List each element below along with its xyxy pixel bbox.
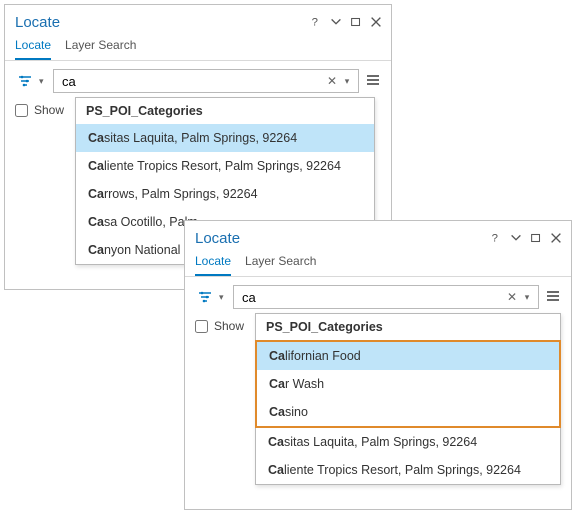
search-box: ✕ ▾ (233, 285, 539, 309)
suggestion-item[interactable]: Caliente Tropics Resort, Palm Springs, 9… (76, 152, 374, 180)
suggestion-item[interactable]: Car Wash (257, 370, 559, 398)
svg-text:?: ? (312, 17, 318, 29)
titlebar: Locate ? (185, 221, 571, 251)
suggestion-match: Ca (88, 243, 104, 257)
filter-icon[interactable] (15, 72, 35, 90)
suggestion-item[interactable]: Carrows, Palm Springs, 92264 (76, 180, 374, 208)
filter-dropdown-caret[interactable]: ▾ (39, 76, 49, 87)
suggestion-rest: rrows, Palm Springs, 92264 (104, 187, 258, 201)
clear-icon[interactable]: ✕ (324, 74, 340, 88)
tabs: Locate Layer Search (5, 35, 391, 61)
panel-title: Locate (15, 14, 309, 31)
search-box: ✕ ▾ (53, 69, 359, 93)
suggestion-rest: lifornian Food (285, 349, 361, 363)
search-input[interactable] (58, 72, 324, 91)
suggestions-header: PS_POI_Categories (256, 314, 560, 340)
search-dropdown-caret[interactable]: ▾ (520, 292, 534, 303)
panel-title: Locate (195, 230, 489, 247)
tabs: Locate Layer Search (185, 251, 571, 277)
show-checkbox[interactable] (195, 320, 208, 333)
search-row: ▾ ✕ ▾ (5, 61, 391, 97)
locate-panel-2: Locate ? Locate Layer Search ▾ ✕ ▾ Show … (184, 220, 572, 510)
suggestion-item[interactable]: Caliente Tropics Resort, Palm Springs, 9… (256, 456, 560, 484)
suggestion-item[interactable]: Casitas Laquita, Palm Springs, 92264 (256, 428, 560, 456)
clear-icon[interactable]: ✕ (504, 290, 520, 304)
help-icon[interactable]: ? (309, 15, 323, 29)
suggestion-match: Ca (269, 349, 285, 363)
suggestions-header: PS_POI_Categories (76, 98, 374, 124)
suggestion-match: Ca (269, 377, 285, 391)
suggestion-match: Ca (268, 463, 284, 477)
filter-dropdown-caret[interactable]: ▾ (219, 292, 229, 303)
suggestion-rest: liente Tropics Resort, Palm Springs, 922… (104, 159, 341, 173)
suggestion-match: Ca (88, 131, 104, 145)
suggestion-rest: sino (285, 405, 308, 419)
chevron-down-icon[interactable] (509, 231, 523, 245)
tab-locate[interactable]: Locate (15, 34, 51, 60)
restore-icon[interactable] (529, 231, 543, 245)
titlebar: Locate ? (5, 5, 391, 35)
tab-locate[interactable]: Locate (195, 250, 231, 276)
close-icon[interactable] (369, 15, 383, 29)
suggestion-rest: sitas Laquita, Palm Springs, 92264 (284, 435, 477, 449)
suggestions-dropdown: PS_POI_Categories Californian FoodCar Wa… (255, 313, 561, 485)
help-icon[interactable]: ? (489, 231, 503, 245)
show-checkbox[interactable] (15, 104, 28, 117)
close-icon[interactable] (549, 231, 563, 245)
suggestion-rest: liente Tropics Resort, Palm Springs, 922… (284, 463, 521, 477)
category-suggestions-group: Californian FoodCar WashCasino (255, 340, 561, 428)
restore-icon[interactable] (349, 15, 363, 29)
search-row: ▾ ✕ ▾ (185, 277, 571, 313)
show-label: Show (34, 103, 64, 117)
suggestion-rest: sitas Laquita, Palm Springs, 92264 (104, 131, 297, 145)
show-label: Show (214, 319, 244, 333)
menu-icon[interactable] (543, 288, 563, 307)
tab-layer-search[interactable]: Layer Search (65, 34, 136, 60)
suggestion-match: Ca (268, 435, 284, 449)
chevron-down-icon[interactable] (329, 15, 343, 29)
svg-text:?: ? (492, 233, 498, 245)
suggestion-item[interactable]: Californian Food (257, 342, 559, 370)
suggestion-item[interactable]: Casitas Laquita, Palm Springs, 92264 (76, 124, 374, 152)
titlebar-controls: ? (309, 15, 383, 29)
suggestion-match: Ca (269, 405, 285, 419)
tab-layer-search[interactable]: Layer Search (245, 250, 316, 276)
search-dropdown-caret[interactable]: ▾ (340, 76, 354, 87)
suggestion-match: Ca (88, 215, 104, 229)
titlebar-controls: ? (489, 231, 563, 245)
suggestion-rest: r Wash (285, 377, 324, 391)
suggestion-match: Ca (88, 159, 104, 173)
suggestion-rest: nyon National B (104, 243, 192, 257)
filter-icon[interactable] (195, 288, 215, 306)
menu-icon[interactable] (363, 72, 383, 91)
search-input[interactable] (238, 288, 504, 307)
suggestion-item[interactable]: Casino (257, 398, 559, 426)
suggestion-match: Ca (88, 187, 104, 201)
